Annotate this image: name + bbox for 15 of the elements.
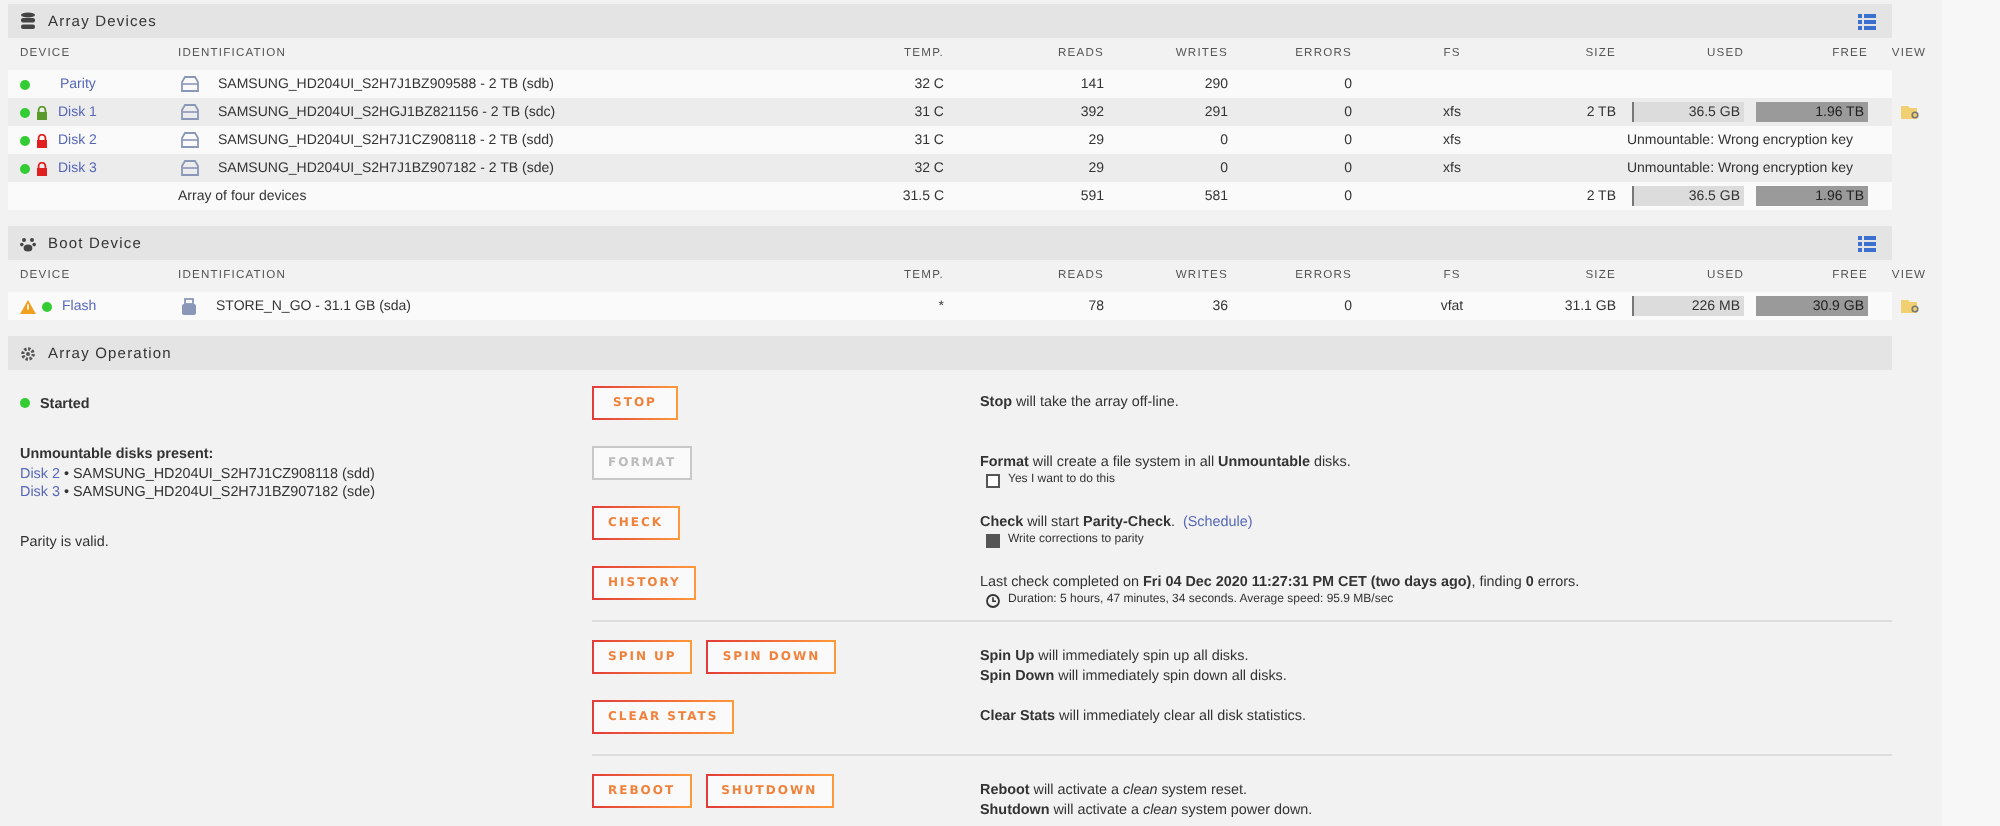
- paw-icon: [20, 235, 36, 251]
- hard-drive-icon: [180, 160, 200, 176]
- hard-drive-icon: [180, 104, 200, 120]
- hard-drive-icon: [180, 76, 200, 92]
- database-icon: [20, 12, 36, 30]
- hard-drive-icon: [180, 132, 200, 148]
- checkbox[interactable]: [986, 533, 1000, 548]
- clock-icon: [986, 593, 1000, 608]
- usb-drive-icon: [180, 297, 198, 315]
- checkbox[interactable]: [986, 473, 1000, 488]
- list-view-icon[interactable]: [1858, 13, 1876, 29]
- folder-icon[interactable]: [1899, 104, 1919, 120]
- gear-icon: [20, 345, 36, 361]
- list-view-icon[interactable]: [1858, 235, 1876, 251]
- folder-icon[interactable]: [1899, 298, 1919, 314]
